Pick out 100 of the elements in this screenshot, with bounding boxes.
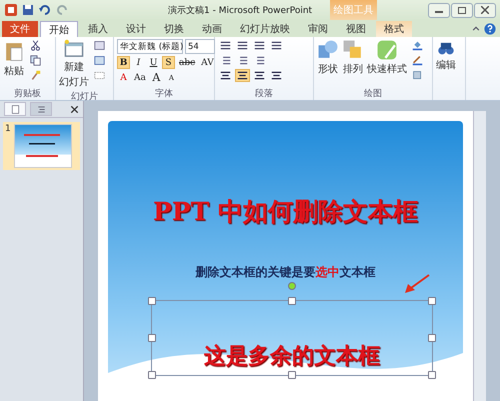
arrange-icon — [342, 39, 364, 61]
resize-handle[interactable] — [428, 297, 436, 305]
list-icon — [271, 40, 282, 51]
resize-handle[interactable] — [148, 371, 156, 379]
arrange-button[interactable]: 排列 — [342, 39, 364, 76]
ribbon-tab[interactable]: 视图 — [338, 21, 374, 37]
ribbon-tab[interactable]: 切换 — [156, 21, 192, 37]
paint-bucket-icon — [412, 40, 423, 51]
cut-button[interactable] — [28, 39, 43, 52]
group-label: 段落 — [254, 88, 274, 100]
align-button[interactable] — [252, 69, 267, 82]
ribbon-tab[interactable]: 设计 — [118, 21, 154, 37]
slide-number: 1 — [5, 124, 11, 136]
close-icon — [481, 6, 489, 14]
group-label: 字体 — [154, 88, 174, 100]
window-title: 演示文稿1 - Microsoft PowerPoint — [168, 4, 312, 16]
font-size-field[interactable]: 54 — [185, 39, 215, 54]
ribbon-tab[interactable]: 动画 — [194, 21, 230, 37]
align-button[interactable] — [218, 69, 233, 82]
slide-thumbnail[interactable]: 1 — [3, 122, 80, 170]
slides-tab[interactable] — [4, 102, 26, 116]
fill-button[interactable] — [410, 39, 425, 52]
align-icon — [237, 70, 248, 81]
list-icon — [254, 40, 265, 51]
reset-button[interactable] — [92, 54, 107, 67]
copy-button[interactable] — [28, 54, 43, 67]
list-icon — [220, 40, 231, 51]
slide-icon — [62, 39, 86, 59]
shapes-button[interactable]: 形状 — [317, 39, 339, 76]
close-button[interactable] — [474, 2, 496, 18]
ribbon-tab[interactable]: 文件 — [2, 21, 38, 37]
align-button[interactable] — [269, 69, 284, 82]
undo-icon — [38, 3, 52, 17]
align-button[interactable] — [235, 69, 250, 82]
align-icon — [271, 70, 282, 81]
editing-button[interactable]: 编辑 — [436, 39, 456, 72]
copy-icon — [30, 55, 41, 66]
scrollbar[interactable] — [473, 111, 486, 401]
app-icon — [4, 3, 18, 17]
contextual-tab-label: 绘图工具 — [330, 0, 377, 20]
list-button[interactable] — [235, 39, 250, 52]
styles-icon — [376, 39, 398, 61]
section-icon — [94, 70, 105, 81]
indent-icon — [254, 55, 265, 66]
pointer-arrow — [404, 274, 430, 294]
section-button[interactable] — [92, 69, 107, 82]
paste-button[interactable]: 粘贴 — [3, 39, 25, 78]
format-button[interactable]: AV — [199, 56, 216, 69]
list-button[interactable] — [218, 39, 233, 52]
format-button[interactable]: U — [147, 56, 160, 69]
list-icon — [237, 40, 248, 51]
save-icon — [21, 3, 35, 17]
text-box-text: 这是多余的文本框 — [204, 342, 380, 371]
ribbon-tab[interactable]: 审阅 — [300, 21, 336, 37]
quick-styles-button[interactable]: 快速样式 — [367, 39, 407, 76]
ribbon-tab[interactable]: 幻灯片放映 — [232, 21, 298, 37]
format-button[interactable]: A — [117, 71, 130, 84]
resize-handle[interactable] — [428, 334, 436, 342]
new-slide-button[interactable]: 新建 幻灯片 — [59, 39, 89, 89]
resize-handle[interactable] — [148, 334, 156, 342]
group-label: 剪贴板 — [13, 88, 42, 100]
font-name-field[interactable]: 华文新魏 (标题) — [117, 39, 183, 54]
brush-icon — [30, 70, 41, 81]
format-button[interactable]: A — [150, 71, 163, 84]
format-button[interactable]: abc — [177, 56, 198, 69]
resize-handle[interactable] — [288, 371, 296, 379]
rotate-handle[interactable] — [288, 282, 296, 290]
group-label: 绘图 — [363, 88, 383, 100]
group-label: 幻灯片 — [70, 91, 99, 103]
list-button[interactable] — [252, 39, 267, 52]
slide-title: PPT 中如何删除文本框 — [152, 196, 419, 228]
indent-icon — [237, 55, 248, 66]
shapes-icon — [317, 39, 339, 61]
resize-handle[interactable] — [288, 297, 296, 305]
format-button[interactable]: Aa — [132, 71, 148, 84]
restore-button[interactable] — [451, 2, 473, 18]
outline-tab[interactable] — [30, 102, 52, 116]
ribbon-tab[interactable]: 格式 — [376, 21, 412, 37]
format-button[interactable]: S — [162, 56, 175, 69]
slide-icon — [10, 104, 20, 114]
caret-icon — [472, 25, 480, 33]
outline-icon — [36, 104, 46, 114]
format-button[interactable]: B — [117, 56, 130, 69]
layout-button[interactable] — [92, 39, 107, 52]
resize-handle[interactable] — [428, 371, 436, 379]
ribbon-tab[interactable]: 插入 — [80, 21, 116, 37]
scissors-icon — [30, 40, 41, 51]
pencil-icon — [412, 55, 423, 66]
resize-handle[interactable] — [148, 297, 156, 305]
indent-icon — [220, 55, 231, 66]
outline-button[interactable] — [410, 54, 425, 67]
redo-icon — [55, 3, 69, 17]
format-button[interactable]: I — [132, 56, 145, 69]
slide-subtitle: 删除文本框的关键是要选中文本框 — [194, 264, 376, 281]
minimize-button[interactable] — [428, 2, 450, 18]
layout-icon — [94, 40, 105, 51]
restore-icon — [458, 6, 466, 14]
close-icon — [70, 104, 79, 114]
list-button[interactable] — [269, 39, 284, 52]
ribbon-tab[interactable]: 开始 — [40, 21, 78, 37]
